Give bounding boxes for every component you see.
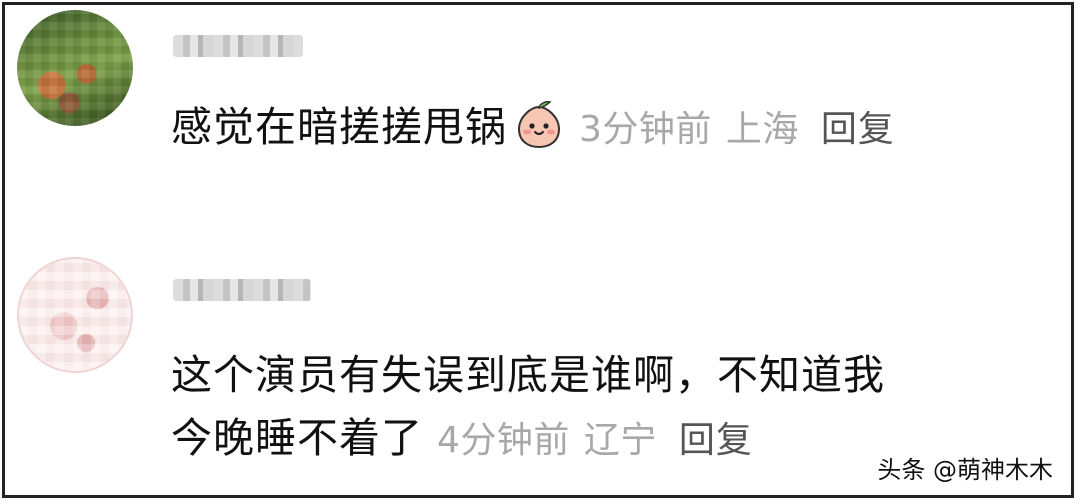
comment-screenshot-frame: 感觉在暗搓搓甩锅 3分钟前 上海 回复 这个演员有失误到底是谁啊，不知道我 今晚睡不… <box>2 2 1074 498</box>
username-blurred[interactable] <box>173 35 303 57</box>
comment-meta: 4分钟前 辽宁 <box>437 420 657 461</box>
comment-time: 3分钟前 <box>579 109 712 150</box>
comment-content: 感觉在暗搓搓甩锅 3分钟前 上海 回复 <box>171 97 895 160</box>
reply-button[interactable]: 回复 <box>821 109 895 150</box>
comment-location: 辽宁 <box>583 420 657 461</box>
comment-text-line1: 这个演员有失误到底是谁啊，不知道我 <box>171 351 885 399</box>
watermark: 头条 @萌神木木 <box>877 456 1053 484</box>
comment-meta: 3分钟前 上海 <box>579 109 799 150</box>
username-blurred[interactable] <box>173 279 311 301</box>
comment-content-line: 这个演员有失误到底是谁啊，不知道我 <box>171 345 885 405</box>
comment-text: 感觉在暗搓搓甩锅 <box>171 103 507 151</box>
avatar[interactable] <box>17 257 133 373</box>
comment-text-line2: 今晚睡不着了 <box>171 414 423 462</box>
reply-button[interactable]: 回复 <box>679 420 753 461</box>
comment-time: 4分钟前 <box>437 420 570 461</box>
comment-location: 上海 <box>725 109 799 150</box>
peach-smile-emoji-icon <box>517 101 561 149</box>
comment-content-line: 今晚睡不着了 4分钟前 辽宁 回复 <box>171 408 753 471</box>
avatar[interactable] <box>17 10 133 126</box>
